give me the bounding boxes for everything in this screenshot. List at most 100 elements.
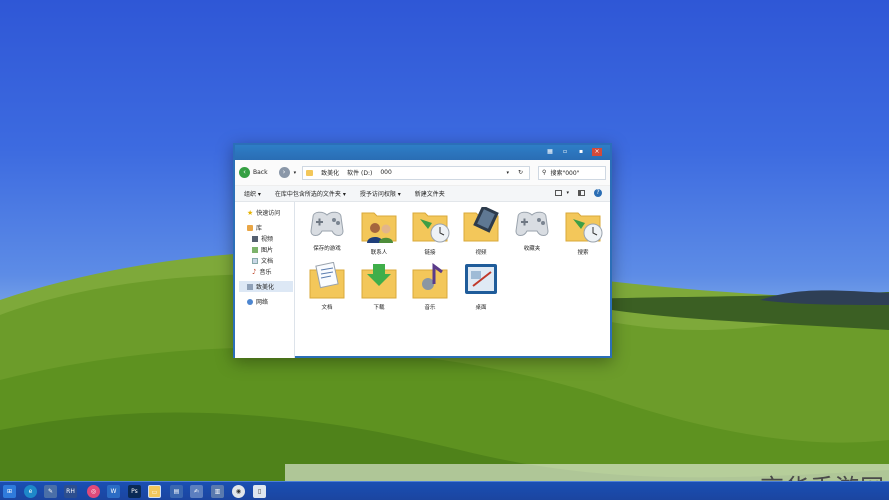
item-desktop[interactable]: 桌面: [458, 262, 504, 311]
taskbar: ⊞ e ✎ RH ◎ W Ps ▭ ▤ ✍ ▥ ◉ ▯: [0, 481, 889, 500]
sidebar-item-label: 图片: [261, 247, 274, 254]
breadcrumb-item-1[interactable]: 致美化: [321, 168, 339, 177]
edge-icon[interactable]: e: [24, 485, 37, 498]
qr-icon: ▦: [547, 148, 553, 155]
address-bar[interactable]: 致美化 软件 (D:) 000 ▾ ↻: [302, 165, 531, 180]
forward-button[interactable]: ›: [278, 167, 290, 178]
doc-icon[interactable]: ▥: [211, 485, 224, 498]
folder-icon: [306, 169, 314, 176]
music-note-icon: ♪: [252, 267, 257, 276]
gamepad-icon: [310, 211, 344, 236]
breadcrumb-item-3[interactable]: 000: [380, 169, 391, 176]
breadcrumb-item-2[interactable]: 软件 (D:): [347, 168, 372, 177]
item-saved-games[interactable]: 保存的游戏: [304, 207, 350, 252]
history-dropdown-icon[interactable]: ▾: [294, 170, 297, 176]
refresh-icon[interactable]: ↻: [518, 169, 523, 176]
chrome-icon[interactable]: ◉: [232, 485, 245, 498]
paper-icon[interactable]: ▯: [253, 485, 266, 498]
sidebar-item-label: 库: [256, 225, 263, 232]
item-label: 文档: [321, 305, 333, 311]
picture-icon: [252, 246, 258, 253]
address-dropdown-icon[interactable]: ▾: [507, 170, 510, 176]
tool-icon[interactable]: ✎: [44, 485, 57, 498]
notepad-icon[interactable]: ✍: [190, 485, 203, 498]
word-icon[interactable]: W: [107, 485, 120, 498]
item-contacts[interactable]: 联系人: [356, 207, 402, 256]
sidebar-item-documents[interactable]: 文档: [252, 256, 273, 265]
sidebar-item-label: 音乐: [259, 269, 272, 276]
item-label: 收藏夹: [523, 246, 541, 252]
item-label: 搜索: [577, 250, 589, 256]
sidebar-item-library[interactable]: 库: [247, 223, 262, 232]
sidebar-item-music[interactable]: ♪ 音乐: [252, 267, 272, 277]
sidebar-item-quick-access[interactable]: ★ 快速访问: [247, 208, 281, 218]
item-search[interactable]: 搜索: [560, 207, 606, 256]
share-button[interactable]: 授予访问权限 ▾: [360, 189, 401, 198]
star-icon: ★: [247, 208, 254, 217]
preview-pane-icon[interactable]: [578, 190, 585, 196]
downloads-folder-icon: [361, 264, 397, 299]
sidebar-item-label: 致美化: [256, 284, 275, 291]
explorer-window: ▦ ▫ ▪ × ‹ Back › ▾ 致美化 软件 (D:) 000 ▾ ↻ ⚲…: [233, 143, 612, 358]
new-folder-button[interactable]: 新建文件夹: [415, 189, 445, 198]
sidebar-item-label: 网络: [256, 299, 269, 306]
window-titlebar[interactable]: ▦ ▫ ▪ ×: [235, 145, 610, 160]
notes-icon[interactable]: ▤: [170, 485, 183, 498]
network-icon: [247, 298, 253, 305]
back-button[interactable]: ‹ Back: [239, 166, 268, 180]
search-box[interactable]: ⚲ 搜索"000": [538, 165, 607, 180]
favorites-gamepad-icon: [515, 211, 549, 236]
desktop-icon: [465, 264, 497, 294]
item-links[interactable]: 链接: [407, 207, 453, 256]
item-label: 保存的游戏: [313, 246, 341, 252]
maximize-button[interactable]: ▪: [576, 148, 586, 156]
music-folder-icon: [412, 263, 448, 299]
video-folder-icon: [463, 207, 499, 242]
item-label: 联系人: [370, 250, 388, 256]
item-label: 桌面: [475, 305, 487, 311]
include-library-button[interactable]: 在库中包含所选的文件夹 ▾: [275, 189, 346, 198]
item-favorites[interactable]: 收藏夹: [509, 207, 555, 252]
sidebar-item-label: 文档: [261, 258, 274, 265]
links-folder-icon: [412, 212, 450, 243]
item-label: 链接: [424, 250, 436, 256]
view-dropdown-icon[interactable]: ▾: [566, 190, 569, 196]
item-label: 下载: [373, 305, 385, 311]
search-icon: ⚲: [542, 169, 547, 176]
item-label: 音乐: [424, 305, 436, 311]
sidebar-item-label: 视频: [261, 236, 274, 243]
file-list: 保存的游戏 联系人 链接 视频 收藏夹 搜索 文档 下载 音乐 桌面: [296, 202, 610, 356]
item-downloads[interactable]: 下载: [356, 262, 402, 311]
photoshop-icon[interactable]: Ps: [128, 485, 141, 498]
sidebar-item-pictures[interactable]: 图片: [252, 245, 273, 254]
app-icon[interactable]: ◎: [87, 485, 100, 498]
item-label: 视频: [475, 250, 487, 256]
document-icon: [252, 257, 258, 264]
documents-folder-icon: [309, 262, 345, 299]
back-arrow-icon: ‹: [239, 167, 250, 178]
explorer-icon[interactable]: ▭: [148, 485, 161, 498]
close-button[interactable]: ×: [592, 148, 602, 156]
back-label: Back: [253, 169, 268, 176]
start-icon[interactable]: ⊞: [3, 485, 16, 498]
sidebar-item-zhimeihua[interactable]: 致美化: [239, 281, 293, 292]
rh-icon[interactable]: RH: [64, 485, 77, 498]
sidebar-item-videos[interactable]: 视频: [252, 234, 273, 243]
library-icon: [247, 224, 253, 231]
minimize-button[interactable]: ▫: [560, 148, 570, 156]
video-icon: [252, 235, 258, 242]
organize-button[interactable]: 组织 ▾: [244, 189, 261, 198]
help-icon[interactable]: ?: [594, 189, 602, 197]
command-bar: 组织 ▾ 在库中包含所选的文件夹 ▾ 授予访问权限 ▾ 新建文件夹 ▾ ?: [235, 186, 610, 202]
search-input[interactable]: 搜索"000": [550, 168, 579, 177]
drive-icon: [247, 283, 253, 290]
address-row: ‹ Back › ▾ 致美化 软件 (D:) 000 ▾ ↻ ⚲ 搜索"000": [235, 160, 610, 186]
view-options-icon[interactable]: [555, 190, 562, 196]
sidebar-item-network[interactable]: 网络: [247, 297, 268, 306]
item-documents[interactable]: 文档: [304, 262, 350, 311]
search-folder-icon: [565, 212, 603, 243]
navigation-pane: ★ 快速访问 库 视频 图片 文档 ♪ 音乐 致美化 网络: [235, 202, 295, 358]
item-videos[interactable]: 视频: [458, 207, 504, 256]
sidebar-item-label: 快速访问: [256, 210, 281, 217]
item-music[interactable]: 音乐: [407, 262, 453, 311]
